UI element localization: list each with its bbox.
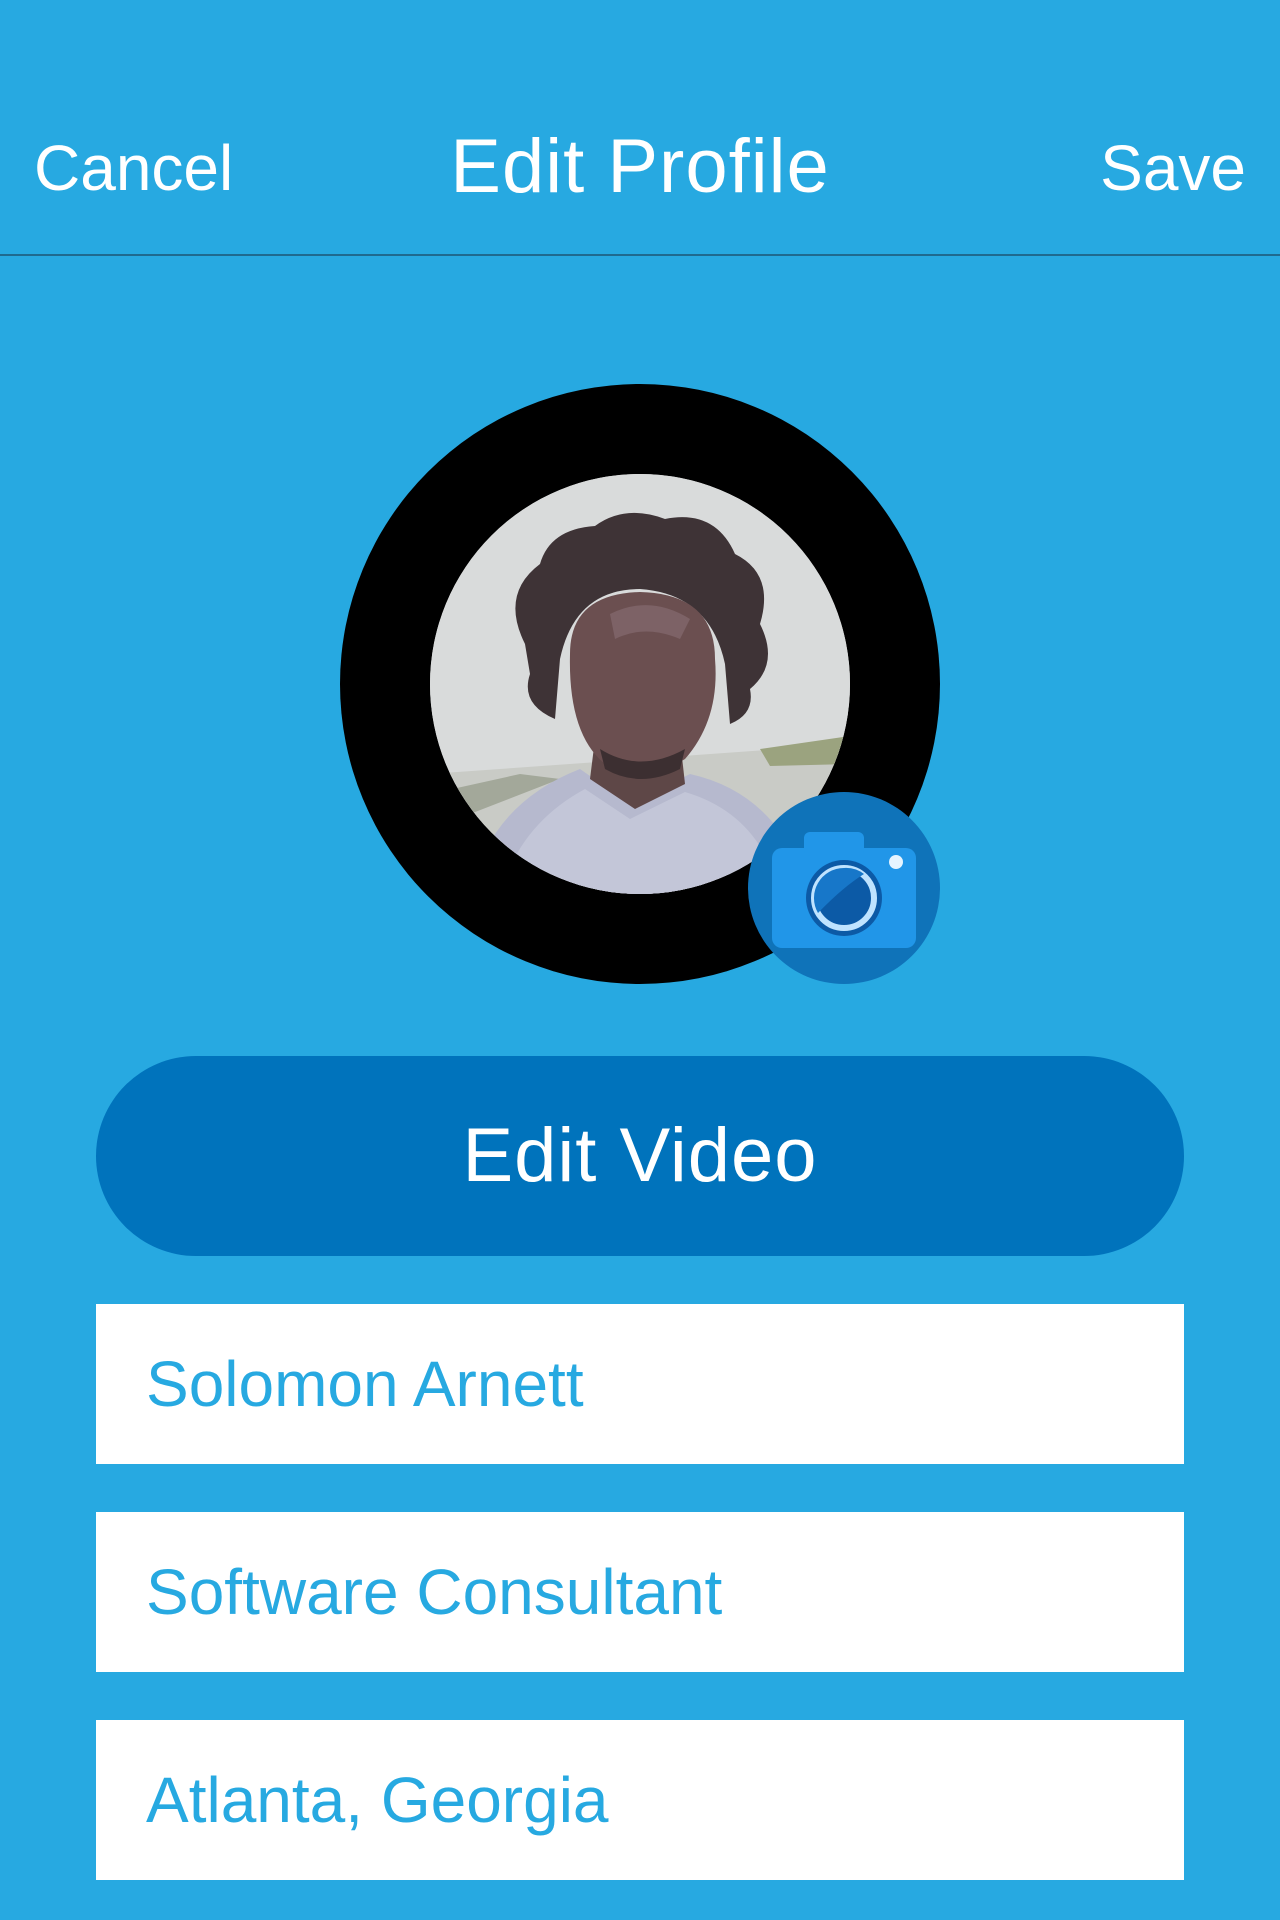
edit-video-button[interactable]: Edit Video xyxy=(96,1056,1184,1256)
nav-bar: Cancel Edit Profile Save xyxy=(0,0,1280,256)
name-field[interactable]: Solomon Arnett xyxy=(96,1304,1184,1464)
avatar-container xyxy=(340,384,940,984)
camera-icon xyxy=(772,832,916,948)
save-button[interactable]: Save xyxy=(1100,128,1246,208)
page-title: Edit Profile xyxy=(450,124,830,209)
location-field[interactable]: Atlanta, Georgia xyxy=(96,1720,1184,1880)
job-title-field[interactable]: Software Consultant xyxy=(96,1512,1184,1672)
change-photo-button[interactable] xyxy=(748,792,940,984)
